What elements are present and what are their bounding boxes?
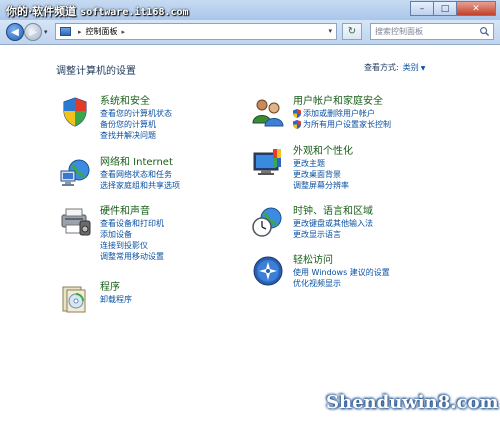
window-controls: – □ ✕ [410, 1, 496, 16]
category-link[interactable]: 查看网络状态和任务 [100, 169, 260, 180]
category-title[interactable]: 硬件和声音 [100, 205, 260, 218]
category-title[interactable]: 程序 [100, 281, 260, 294]
view-by-label: 查看方式: [364, 63, 399, 72]
hardware-sound-icon[interactable] [58, 205, 92, 239]
watermark-bottom: Shenduwin8.com [326, 392, 499, 413]
category-link[interactable]: 查看您的计算机状态 [100, 108, 260, 119]
category-link[interactable]: 为所有用户设置家长控制 [293, 119, 453, 130]
category-link[interactable]: 查看设备和打印机 [100, 218, 260, 229]
back-button[interactable]: ◀ [6, 23, 24, 41]
category-link-text[interactable]: 添加或删除用户帐户 [303, 108, 375, 119]
minimize-button[interactable]: – [410, 1, 434, 16]
category-link-text[interactable]: 为所有用户设置家长控制 [303, 119, 391, 130]
address-dropdown-chevron-icon[interactable]: ▾ [328, 27, 332, 35]
title-bar: 你的·软件频道 software.it168.com – □ ✕ [0, 0, 500, 20]
category-title[interactable]: 时钟、语言和区域 [293, 205, 453, 218]
category-link[interactable]: 更改桌面背景 [293, 169, 453, 180]
breadcrumb-separator[interactable]: ▸ [78, 28, 82, 36]
control-panel-icon [60, 27, 71, 36]
view-by: 查看方式: 类别 ▼ [364, 62, 425, 73]
navigation-bar: ◀ ▶ ▾ ▸ 控制面板 ▸ ▾ ↻ 搜索控制面板 [0, 20, 500, 45]
recent-pages-dropdown[interactable]: ▾ [44, 28, 48, 36]
view-by-category-link[interactable]: 类别 [403, 63, 419, 72]
category-link[interactable]: 备份您的计算机 [100, 119, 260, 130]
refresh-button[interactable]: ↻ [342, 23, 362, 40]
view-by-caret-icon[interactable]: ▼ [421, 65, 426, 72]
category-link[interactable]: 更改显示语言 [293, 229, 453, 240]
system-security-icon[interactable] [58, 95, 92, 129]
appearance-icon[interactable] [251, 145, 285, 179]
category-title[interactable]: 系统和安全 [100, 95, 260, 108]
category-title[interactable]: 网络和 Internet [100, 156, 260, 169]
category-title[interactable]: 用户帐户和家庭安全 [293, 95, 453, 108]
programs-icon[interactable] [58, 281, 92, 315]
category-link[interactable]: 更改主题 [293, 158, 453, 169]
category-link[interactable]: 调整常用移动设置 [100, 251, 260, 262]
category-link[interactable]: 使用 Windows 建议的设置 [293, 267, 453, 278]
category-title[interactable]: 轻松访问 [293, 254, 453, 267]
category-link[interactable]: 优化视频显示 [293, 278, 453, 289]
address-field[interactable]: ▸ 控制面板 ▸ ▾ [55, 23, 337, 40]
watermark-top: 你的·软件频道 software.it168.com [6, 3, 189, 19]
search-placeholder: 搜索控制面板 [375, 27, 423, 36]
category-link[interactable]: 更改键盘或其他输入法 [293, 218, 453, 229]
category-link[interactable]: 卸载程序 [100, 294, 260, 305]
watermark-top-url: software.it168.com [80, 7, 189, 18]
breadcrumb-separator-2[interactable]: ▸ [122, 28, 126, 36]
network-internet-icon[interactable] [58, 156, 92, 190]
search-icon[interactable] [479, 26, 490, 37]
close-button[interactable]: ✕ [456, 1, 496, 16]
uac-shield-icon [293, 109, 301, 118]
category-link[interactable]: 添加或删除用户帐户 [293, 108, 453, 119]
control-panel-content: 调整计算机的设置 查看方式: 类别 ▼ 系统和安全 查看您的计算机状态 备份您的计算… [0, 45, 500, 430]
category-title[interactable]: 外观和个性化 [293, 145, 453, 158]
category-link[interactable]: 选择家庭组和共享选项 [100, 180, 260, 191]
uac-shield-icon [293, 120, 301, 129]
page-title: 调整计算机的设置 [56, 66, 136, 77]
watermark-top-chinese: 你的·软件频道 [6, 5, 77, 18]
category-link[interactable]: 添加设备 [100, 229, 260, 240]
category-link[interactable]: 连接到投影仪 [100, 240, 260, 251]
category-link[interactable]: 调整屏幕分辨率 [293, 180, 453, 191]
forward-button[interactable]: ▶ [24, 23, 42, 41]
search-input[interactable]: 搜索控制面板 [370, 23, 494, 40]
category-link[interactable]: 查找并解决问题 [100, 130, 260, 141]
clock-language-icon[interactable] [251, 205, 285, 239]
user-accounts-icon[interactable] [251, 95, 285, 129]
breadcrumb-control-panel[interactable]: 控制面板 [86, 26, 118, 37]
ease-of-access-icon[interactable] [251, 254, 285, 288]
maximize-button[interactable]: □ [433, 1, 457, 16]
